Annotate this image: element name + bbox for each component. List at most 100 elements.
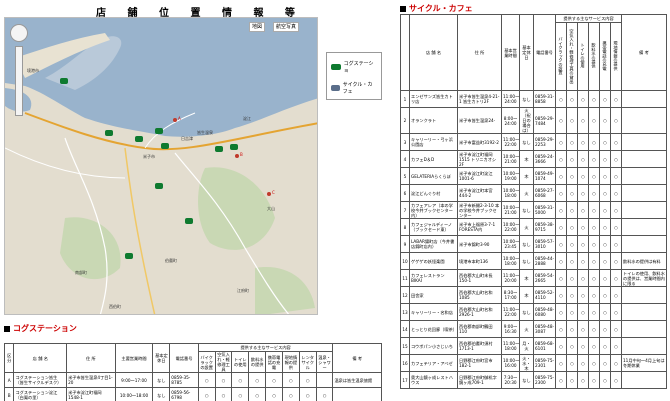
table-cell-tel: 0859-52-4110 (533, 286, 556, 304)
service-mark: ○ (609, 286, 623, 304)
service-mark: ○ (577, 286, 589, 304)
table-cell-note (621, 286, 668, 304)
table-row: 14 とっとり花回廊（喫茶） 西伯郡南部町鶴田110 9:00〜16:30 火 0859-… (400, 320, 668, 338)
table-cell-id: B (3, 387, 15, 401)
service-mark: ○ (599, 303, 611, 321)
cafe-marker[interactable] (155, 183, 163, 189)
table-row: 16 カフェテリア・アベゼ 日野郡江府町宮市182-1 10:00〜16:00 火・水・… (400, 354, 668, 372)
table-cell-name: キャリーリー・名和店 (409, 303, 458, 321)
table-cell-tel: 0859-24-3666 (533, 150, 556, 168)
service-mark: ○ (566, 150, 578, 168)
service-mark: ○ (609, 235, 623, 253)
table-cell-hours: 11:00〜20:00 (501, 269, 520, 287)
cafe-marker[interactable] (215, 146, 223, 152)
cafe-marker[interactable] (105, 130, 113, 136)
cafe-marker[interactable] (161, 143, 169, 149)
table-cell-closed: なし (519, 235, 534, 253)
table-cell-name: とっとり花回廊（喫茶） (409, 320, 458, 338)
square-bullet-icon (4, 325, 10, 332)
table-cell-name: オランクラト (409, 107, 458, 134)
table-cell-closed: 火（祝日の場合は） (519, 107, 534, 134)
table-cell-no: 3 (400, 133, 410, 151)
service-mark: ○ (599, 337, 611, 355)
service-mark: ○ (599, 184, 611, 202)
service-column-header: 空気入れ・軽修理工具 (214, 351, 233, 373)
table-cell-tel: 0859-31-8858 (533, 90, 556, 108)
cafe-marker[interactable] (185, 218, 193, 224)
marker-b[interactable] (235, 154, 239, 158)
cafe-marker[interactable] (155, 128, 163, 134)
cafe-marker[interactable] (230, 144, 238, 150)
service-mark: ○ (566, 90, 578, 108)
cog-heading-text: コグステーション (13, 324, 77, 333)
service-mark: ○ (577, 337, 589, 355)
aerial-mode-button[interactable]: 航空写真 (273, 22, 300, 32)
service-mark: ○ (609, 354, 623, 372)
service-mark: ○ (599, 286, 611, 304)
table-row: 5 GELATERIAらくらぼ 米子市淀江町淀江1001-6 10:00〜19:00 木… (400, 167, 668, 185)
cycle-cafe-table: 店 舗 名 住 所 基本営業時間 基本定休日 電話番号 提供する主なサービス内容… (400, 14, 668, 389)
service-mark: ○ (577, 320, 589, 338)
service-mark: ○ (577, 201, 589, 219)
table-cell-name: コグステーション皆生（皆生サイクルデスク） (13, 372, 68, 388)
table-cell-closed: なし (519, 133, 534, 151)
service-mark: ○ (265, 372, 283, 388)
table-cell-no: 9 (400, 235, 410, 253)
table-cell-address: 米子市皆生温泉4-21-1 皆生カトリ2F (457, 90, 502, 108)
column-header: 電話番号 (169, 343, 199, 373)
map-mode-button[interactable]: 地図 (249, 22, 266, 32)
service-mark: ○ (577, 150, 589, 168)
service-mark: ○ (566, 252, 578, 270)
service-mark: ○ (577, 354, 589, 372)
table-row: 2 オランクラト 米子市皆生温泉24- 8:00〜24:00 火（祝日の場合は） 0859… (400, 107, 668, 134)
service-mark: ○ (588, 354, 600, 372)
table-cell-note (621, 320, 668, 338)
table-cell-no: 1 (400, 90, 410, 108)
service-mark: ○ (555, 167, 567, 185)
service-mark: ○ (588, 218, 600, 236)
table-cell-tel: 0859-38-9715 (533, 218, 556, 236)
table-cell-tel: 0859-75-2301 (533, 354, 556, 372)
cafe-section-heading: サイクル・カフェ (400, 3, 473, 14)
column-header: 店 舗 名 (13, 343, 68, 373)
place-label: 淀江 (243, 116, 251, 121)
table-cell-closed: 火 (519, 218, 534, 236)
marker-c[interactable] (267, 192, 271, 196)
service-mark: ○ (248, 387, 267, 401)
service-mark: ○ (599, 269, 611, 287)
square-bullet-icon (400, 5, 406, 12)
table-cell-tel: 0859-54-2665 (533, 269, 556, 287)
area-map[interactable]: 地図 航空写真 境港市 米子市 淀江 皆生温泉 大山 西伯町 伯耆町 南部町 日… (4, 17, 318, 315)
cafe-marker[interactable] (135, 136, 143, 142)
service-mark: ○ (577, 218, 589, 236)
map-zoom-slider[interactable] (15, 46, 23, 116)
table-cell-name: コグステーション淀江（白鳳の里） (13, 387, 68, 401)
service-mark: ○ (566, 107, 578, 134)
table-cell-no: 10 (400, 252, 410, 270)
cafe-marker[interactable] (60, 78, 68, 84)
table-cell-hours: 10:00〜18:00 (501, 252, 520, 270)
service-mark: ○ (281, 387, 300, 401)
service-mark: ○ (555, 235, 567, 253)
service-mark: ○ (599, 150, 611, 168)
table-cell-note: トイレの使用、飲料水の提供は、営業時間内に限る (621, 269, 668, 287)
table-cell-tel: 0859-48-6080 (533, 303, 556, 321)
service-mark: ○ (588, 201, 600, 219)
table-cell-no: 5 (400, 167, 410, 185)
map-pan-control[interactable] (10, 24, 28, 42)
table-cell-address: 米子市淀江町淀江1001-6 (457, 167, 502, 185)
table-cell-address: 日野郡江府町御机字鏡ヶ成709-1 (457, 371, 502, 389)
service-mark: ○ (599, 354, 611, 372)
table-cell-note (621, 235, 668, 253)
table-cell-id: A (3, 372, 15, 388)
service-mark: ○ (577, 167, 589, 185)
cafe-marker[interactable] (125, 253, 133, 259)
service-mark: ○ (566, 303, 578, 321)
column-header: 基本定休日 (152, 343, 171, 373)
marker-a[interactable] (173, 118, 177, 122)
service-mark: ○ (197, 372, 216, 388)
service-mark: ○ (555, 107, 567, 134)
table-cell-address: 米子市淀江町福岡1515 トリニカオシ2F (457, 150, 502, 168)
table-cell-closed: 木 (519, 167, 534, 185)
service-mark: ○ (588, 337, 600, 355)
